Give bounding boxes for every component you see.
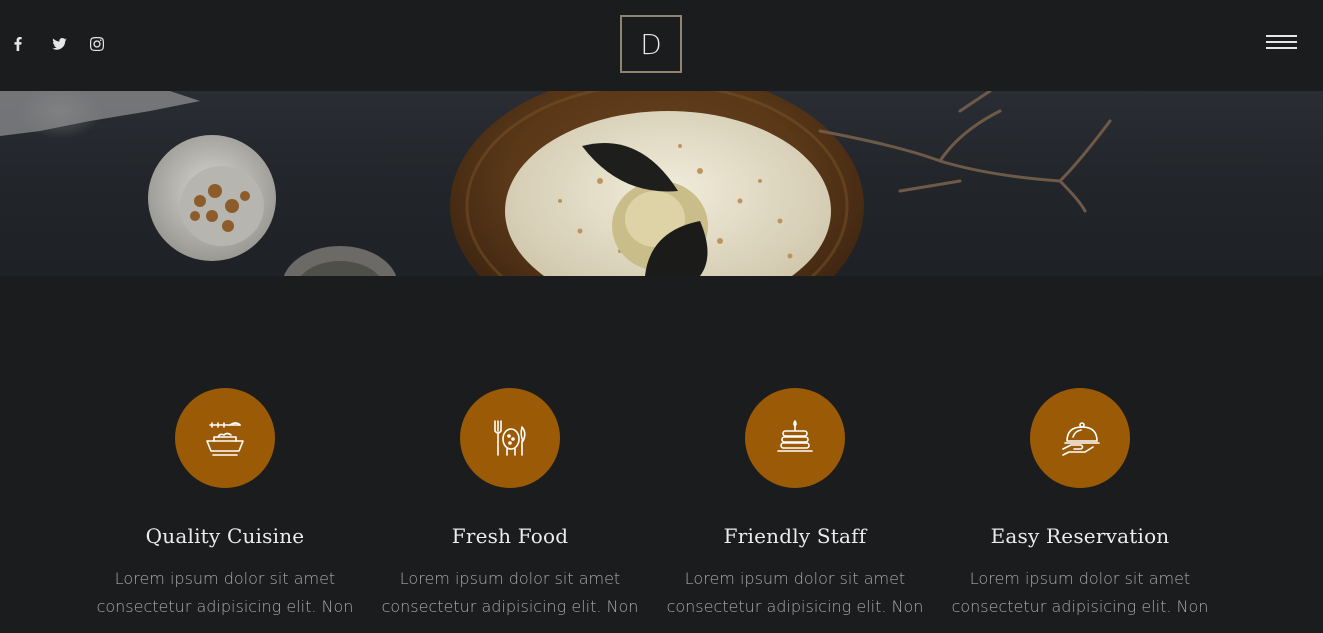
feature-icon-circle	[175, 388, 275, 488]
feature-text: Lorem ipsum dolor sit amet consectetur a…	[96, 569, 354, 616]
hero-image	[0, 91, 1323, 276]
social-links	[14, 33, 128, 55]
fresh-food-icon	[494, 420, 526, 456]
cuisine-bowl-icon	[206, 422, 244, 456]
feature-text: Lorem ipsum dolor sit amet consectetur a…	[666, 569, 924, 616]
feature-text: Lorem ipsum dolor sit amet consectetur a…	[951, 569, 1209, 616]
feature-text: Lorem ipsum dolor sit amet consectetur a…	[381, 569, 639, 616]
feature-title: Fresh Food	[451, 524, 569, 548]
feature-icon-circle	[1030, 388, 1130, 488]
feature-quality-cuisine: Quality Cuisine Lorem ipsum dolor sit am…	[75, 388, 375, 621]
instagram-icon[interactable]	[90, 33, 128, 55]
feature-friendly-staff: Friendly Staff Lorem ipsum dolor sit ame…	[645, 388, 945, 621]
feature-title: Friendly Staff	[723, 524, 867, 548]
dessert-photo	[0, 91, 1112, 276]
feature-title: Quality Cuisine	[145, 524, 305, 548]
feature-easy-reservation: Easy Reservation Lorem ipsum dolor sit a…	[930, 388, 1230, 621]
logo-letter: D	[640, 27, 662, 61]
site-header: D	[0, 0, 1323, 91]
site-logo[interactable]: D	[620, 15, 682, 73]
hamburger-menu-icon[interactable]	[1266, 35, 1298, 53]
features-section: Quality Cuisine Lorem ipsum dolor sit am…	[0, 276, 1323, 633]
pancakes-icon	[777, 420, 813, 452]
feature-icon-circle	[460, 388, 560, 488]
twitter-icon[interactable]	[52, 33, 90, 55]
facebook-icon[interactable]	[14, 33, 52, 55]
serving-cloche-icon	[1062, 422, 1100, 456]
feature-fresh-food: Fresh Food Lorem ipsum dolor sit amet co…	[360, 388, 660, 621]
feature-title: Easy Reservation	[990, 524, 1170, 548]
feature-icon-circle	[745, 388, 845, 488]
